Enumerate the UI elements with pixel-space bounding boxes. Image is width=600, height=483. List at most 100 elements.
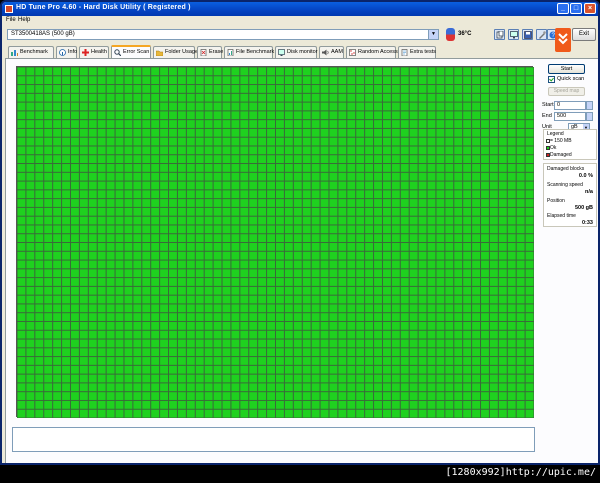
scan-block [97, 313, 106, 321]
copy-screen-button[interactable] [508, 29, 519, 40]
end-field[interactable]: 500 [554, 112, 593, 121]
scan-block [249, 102, 258, 111]
scan-block [418, 374, 427, 383]
scan-block [356, 225, 365, 234]
scan-block [160, 304, 169, 313]
scan-block [418, 190, 427, 199]
scan-block [97, 76, 106, 85]
scan-block [62, 313, 70, 321]
scan-block [516, 286, 525, 295]
scan-block [311, 330, 320, 339]
scan-block [35, 207, 44, 216]
scan-block [302, 128, 311, 137]
scan-block [293, 207, 302, 216]
scan-block [186, 76, 195, 85]
scan-block [338, 321, 347, 330]
tab-error-scan[interactable]: Error Scan [111, 45, 151, 58]
scan-block [62, 321, 70, 330]
scan-block [151, 365, 160, 374]
tab-extra-tests[interactable]: Extra tests [398, 46, 436, 58]
scan-block [133, 392, 142, 400]
elapsed-time-label: Elapsed time [547, 213, 576, 219]
scan-block [240, 365, 249, 374]
save-button[interactable] [522, 29, 533, 40]
scan-block [169, 251, 177, 260]
drive-select[interactable]: ST3500418AS (500 gB) ▼ [7, 29, 439, 40]
scan-block [284, 199, 293, 207]
scan-block [17, 330, 26, 339]
scan-block [177, 260, 186, 269]
scan-block [231, 409, 240, 418]
scan-block [365, 172, 374, 181]
scan-block [418, 278, 427, 286]
scan-block [302, 374, 311, 383]
options-button[interactable] [536, 29, 547, 40]
scan-block [293, 357, 302, 365]
scan-block [106, 313, 115, 321]
scan-block [88, 67, 97, 76]
scan-block [276, 111, 284, 120]
tab-file-benchmark[interactable]: File Benchmark [224, 46, 274, 58]
scan-block [151, 313, 160, 321]
scan-block [213, 216, 222, 225]
scan-block [115, 330, 124, 339]
scan-block [222, 199, 231, 207]
start-field[interactable]: 0 [554, 101, 593, 110]
quick-scan-checkbox[interactable] [548, 76, 555, 83]
tab-disk-monitor[interactable]: Disk monitor [275, 46, 318, 58]
start-button[interactable]: Start [548, 64, 585, 74]
end-spinner-icon[interactable] [586, 112, 593, 121]
tab-aam[interactable]: AAM [319, 46, 344, 58]
scan-block [70, 330, 79, 339]
scan-block [213, 330, 222, 339]
scan-block [320, 164, 329, 172]
close-button[interactable]: × [584, 3, 596, 14]
tab-folder-usage[interactable]: Folder Usage [153, 46, 198, 58]
scan-block [222, 295, 231, 304]
scan-block [284, 93, 293, 102]
scan-block [231, 286, 240, 295]
scan-block [26, 207, 35, 216]
scan-block [124, 321, 133, 330]
scan-block [311, 146, 320, 155]
scan-block [427, 295, 436, 304]
minimize-button[interactable]: _ [557, 3, 569, 14]
scan-block [53, 295, 62, 304]
scan-block [124, 85, 133, 93]
scan-block [97, 137, 106, 146]
exit-button[interactable]: Exit [572, 28, 596, 41]
tab-health[interactable]: Health [79, 46, 109, 58]
scan-block [142, 313, 151, 321]
copy-info-button[interactable] [494, 29, 505, 40]
scan-block [463, 304, 472, 313]
scan-block [507, 313, 516, 321]
tab-erase[interactable]: Erase [197, 46, 223, 58]
start-spinner-icon[interactable] [586, 101, 593, 110]
quick-scan-label: Quick scan [557, 76, 585, 82]
scan-block [115, 304, 124, 313]
scan-block [454, 339, 463, 348]
scan-block [311, 409, 320, 418]
maximize-button[interactable]: □ [570, 3, 582, 14]
scan-block [436, 102, 445, 111]
tab-random-access[interactable]: Random Access [346, 46, 398, 58]
scan-block [276, 172, 284, 181]
tab-benchmark[interactable]: Benchmark [8, 46, 54, 58]
scan-block [97, 400, 106, 409]
scan-block [436, 199, 445, 207]
speed-map-button[interactable]: Speed map [548, 87, 585, 96]
title-bar[interactable]: HD Tune Pro 4.60 - Hard Disk Utility ( R… [2, 2, 598, 16]
scan-block [204, 128, 213, 137]
scan-block [115, 190, 124, 199]
chevron-down-icon[interactable]: ▼ [428, 30, 438, 39]
scan-block [302, 93, 311, 102]
menu-file[interactable]: File [6, 17, 16, 23]
scan-block [79, 295, 88, 304]
scan-block [436, 67, 445, 76]
tab-info[interactable]: Info [56, 46, 77, 58]
scan-block [507, 128, 516, 137]
menu-help[interactable]: Help [18, 17, 30, 23]
scan-block [222, 383, 231, 392]
scan-block [409, 181, 418, 190]
scan-block [249, 409, 258, 418]
